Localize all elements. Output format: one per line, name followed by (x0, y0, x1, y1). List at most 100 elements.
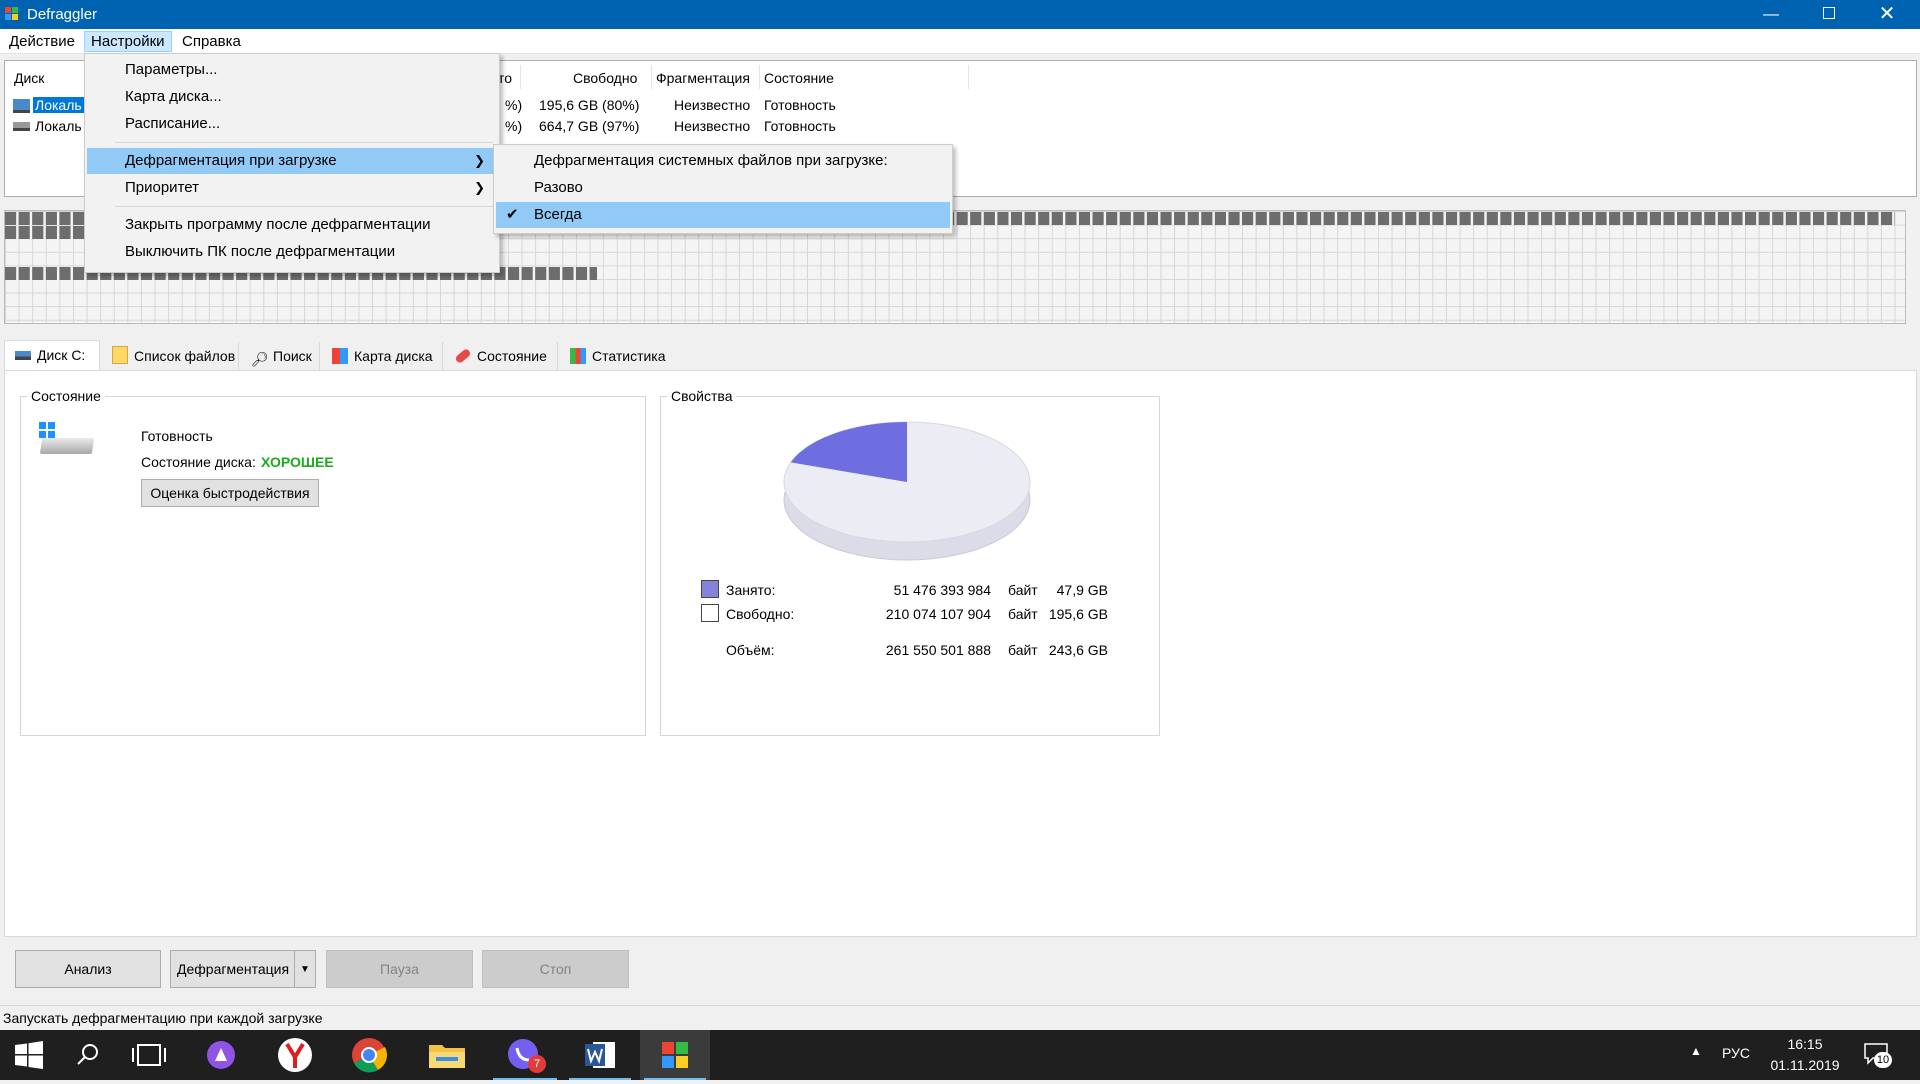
drive-name: Локаль (33, 97, 84, 113)
column-disk[interactable]: Диск (14, 70, 44, 86)
menu-item-schedule[interactable]: Расписание... (87, 111, 497, 137)
column-free[interactable]: Свободно (573, 70, 637, 86)
drive-row[interactable]: Локаль (11, 118, 83, 135)
menu-action[interactable]: Действие (3, 32, 81, 51)
menu-item-priority[interactable]: Приоритет ❯ (87, 175, 497, 201)
chevron-right-icon: ❯ (474, 180, 485, 195)
column-state[interactable]: Состояние (764, 70, 834, 86)
menu-settings[interactable]: Настройки (84, 31, 172, 52)
status-bar: Запускать дефрагментацию при каждой загр… (0, 1005, 1920, 1031)
drive-used: %) (505, 118, 523, 134)
tab-drive-map[interactable]: Карта диска (322, 342, 443, 370)
analyze-button[interactable]: Анализ (15, 950, 161, 988)
benchmark-button[interactable]: Оценка быстродействия (141, 479, 319, 507)
defraggler-icon (662, 1042, 688, 1068)
close-button[interactable]: ✕ (1864, 0, 1910, 29)
taskbar-word[interactable] (565, 1030, 635, 1080)
used-unit: байт (1008, 582, 1038, 598)
clock-date: 01.11.2019 (1770, 1057, 1840, 1073)
legend-used-swatch (701, 580, 719, 598)
window-title: Defraggler (27, 6, 98, 23)
total-size: 243,6 GB (1048, 642, 1108, 658)
settings-dropdown-menu: Параметры... Карта диска... Расписание..… (84, 53, 500, 273)
action-center-button[interactable]: 10 (1860, 1040, 1900, 1070)
drive-icon (15, 351, 31, 360)
drive-icon (13, 99, 30, 113)
task-view-button[interactable] (116, 1030, 182, 1080)
legend-free-swatch (701, 604, 719, 622)
tab-search[interactable]: 🔎︎ Поиск (241, 342, 320, 370)
total-unit: байт (1008, 642, 1038, 658)
search-button[interactable] (58, 1030, 116, 1080)
drive-name: Локаль (35, 118, 82, 134)
taskbar-alice[interactable] (188, 1030, 254, 1080)
taskbar-file-explorer[interactable] (414, 1030, 480, 1080)
status-text: Запускать дефрагментацию при каждой загр… (3, 1010, 323, 1026)
yandex-browser-icon (278, 1038, 312, 1072)
task-view-icon (132, 1044, 166, 1066)
used-bytes: 51 476 393 984 (893, 582, 991, 598)
tray-overflow-icon[interactable]: ▲ (1690, 1044, 1702, 1058)
restore-button[interactable] (1806, 0, 1852, 29)
minimize-button[interactable]: — (1748, 0, 1794, 29)
used-label: Занято: (726, 582, 776, 598)
drive-status-icon (39, 422, 95, 466)
column-fragmentation[interactable]: Фрагментация (656, 70, 750, 86)
tab-statistics[interactable]: Статистика (560, 342, 668, 370)
drive-row[interactable]: Локаль (11, 97, 84, 114)
chevron-right-icon: ❯ (474, 153, 485, 168)
stop-button[interactable]: Стоп (482, 950, 629, 988)
total-bytes: 261 550 501 888 (885, 642, 991, 658)
tab-file-list[interactable]: Список файлов (102, 342, 239, 370)
tab-disk-c[interactable]: Диск C: (4, 340, 100, 371)
drive-used: %) (505, 97, 523, 113)
pause-button[interactable]: Пауза (326, 950, 473, 988)
drive-fragmentation: Неизвестно (674, 97, 751, 113)
bar-chart-icon (570, 348, 586, 364)
drive-state: Готовность (764, 97, 836, 113)
status-group-title: Состояние (31, 388, 101, 404)
clock[interactable]: 16:15 01.11.2019 (1760, 1034, 1850, 1076)
restore-icon (1823, 7, 1835, 19)
viber-badge: 7 (528, 1055, 546, 1073)
taskbar-chrome[interactable] (336, 1030, 402, 1080)
submenu-item-once[interactable]: Разово (496, 175, 950, 201)
drive-icon (13, 122, 30, 131)
clock-time: 16:15 (1787, 1036, 1823, 1052)
defrag-dropdown-button[interactable]: ▼ (294, 950, 316, 988)
menu-item-close-after-defrag[interactable]: Закрыть программу после дефрагментации (87, 212, 497, 238)
alice-assistant-icon (207, 1041, 235, 1069)
taskbar-yandex-browser[interactable] (262, 1030, 328, 1080)
drive-fragmentation: Неизвестно (674, 118, 751, 134)
tab-panel: Состояние Готовность Состояние диска: ХО… (4, 370, 1917, 937)
menu-item-drive-map[interactable]: Карта диска... (87, 84, 497, 110)
drive-state: Готовность (764, 118, 836, 134)
windows-taskbar: 7 ▲ РУС 16:15 01.11.2019 10 (0, 1030, 1920, 1080)
checkmark-icon: ✔ (506, 206, 519, 223)
notification-count: 10 (1874, 1052, 1892, 1068)
taskbar-viber[interactable]: 7 (489, 1030, 561, 1080)
taskbar-defraggler[interactable] (640, 1030, 710, 1080)
column-used[interactable]: то (498, 70, 512, 86)
search-icon (77, 1044, 98, 1065)
menu-help[interactable]: Справка (176, 32, 247, 51)
free-size: 195,6 GB (1048, 606, 1108, 622)
disk-state-label: Состояние диска: (141, 454, 256, 470)
properties-group: Свойства Занято: 51 476 393 984 байт 47,… (660, 388, 1160, 736)
tab-health[interactable]: Состояние (445, 342, 558, 370)
menu-item-shutdown-after-defrag[interactable]: Выключить ПК после дефрагментации (87, 239, 497, 265)
menu-item-boot-defrag[interactable]: Дефрагментация при загрузке ❯ (87, 148, 497, 174)
word-icon (585, 1042, 615, 1068)
submenu-item-always[interactable]: ✔ Всегда (496, 202, 950, 228)
menu-bar: Действие Настройки Справка (0, 29, 1920, 54)
start-button[interactable] (0, 1030, 58, 1080)
health-icon (454, 347, 472, 365)
free-label: Свободно: (726, 606, 795, 622)
defrag-button[interactable]: Дефрагментация (170, 950, 294, 988)
input-language[interactable]: РУС (1722, 1045, 1750, 1061)
magnifier-icon: 🔎︎ (251, 351, 269, 367)
menu-item-options[interactable]: Параметры... (87, 57, 497, 83)
submenu-header: Дефрагментация системных файлов при загр… (534, 152, 888, 169)
free-unit: байт (1008, 606, 1038, 622)
total-label: Объём: (726, 642, 775, 658)
